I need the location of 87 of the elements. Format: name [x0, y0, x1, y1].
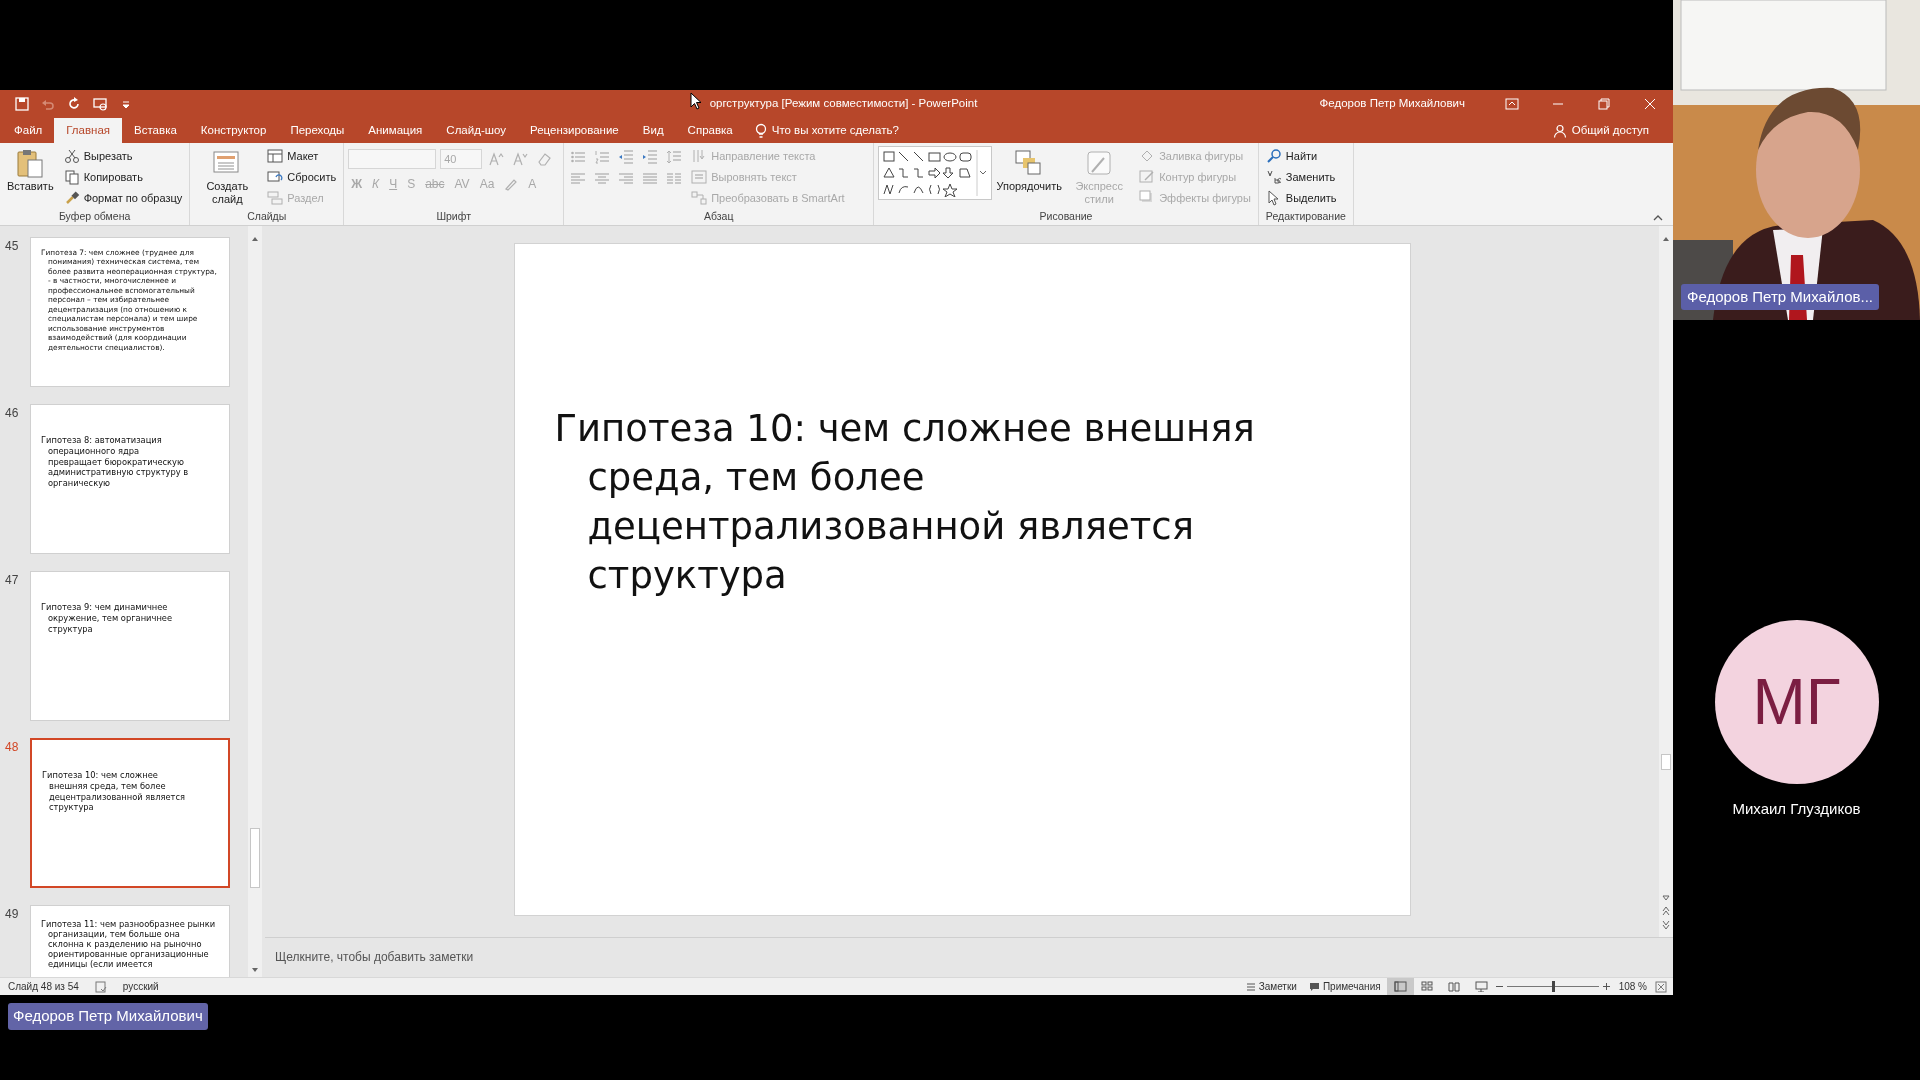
- tell-me-search[interactable]: Что вы хотите сделать?: [744, 118, 905, 143]
- zoom-level[interactable]: 108 %: [1618, 979, 1647, 994]
- slide-number: 46: [4, 405, 20, 422]
- slide-sorter-icon[interactable]: [1420, 981, 1434, 992]
- window-title: оргструктура [Режим совместимости] - PowerPoint: [709, 96, 978, 112]
- notes-button[interactable]: Заметки: [1239, 979, 1303, 994]
- ribbon-tab[interactable]: Вставка: [122, 118, 189, 143]
- lightbulb-icon: [754, 122, 767, 139]
- save-icon[interactable]: [14, 96, 30, 112]
- copy-icon: [63, 169, 80, 185]
- ribbon-tab[interactable]: Рецензирование: [517, 118, 631, 143]
- person-icon: [1552, 123, 1567, 138]
- slide-thumbnail-text: Гипотеза 8: автоматизация операционного ядра превращает бюрократическую административную структуру в органическую: [41, 435, 190, 489]
- ribbon-button[interactable]: Макет: [264, 146, 340, 166]
- slide-thumbnail-text: Гипотеза 11: чем разнообразнее рынки организации, тем больше она склонна к разделению на рыночно ориентированные организационные единицы (если имеется: [41, 920, 217, 970]
- group-label: Абзац: [702, 209, 735, 224]
- scissors-icon: [63, 148, 80, 164]
- avatar-initials: МГ: [1714, 620, 1879, 784]
- ribbon-button[interactable]: Выделить: [1262, 188, 1340, 208]
- pencil-icon: [1139, 169, 1156, 185]
- ribbon-button[interactable]: Копировать: [60, 167, 186, 187]
- slide-thumbnail-text: Гипотеза 10: чем сложнее внешняя среда, тем более децентрализованной является структура: [42, 770, 186, 814]
- restore-icon[interactable]: [1596, 96, 1612, 112]
- comment-icon: [1308, 981, 1320, 992]
- reading-view-icon[interactable]: [1447, 981, 1461, 992]
- ribbon-tab[interactable]: Файл: [2, 118, 55, 143]
- cursor-icon: [690, 92, 702, 110]
- repeat-icon[interactable]: [66, 96, 82, 112]
- presenter-name-label: Федоров Петр Михайлович: [8, 1003, 208, 1030]
- user-name: Федоров Петр Михайлович: [1319, 96, 1465, 112]
- comments-button[interactable]: Примечания: [1302, 979, 1387, 994]
- scrollbar-thumb[interactable]: [1661, 754, 1671, 770]
- participant-name: Михаил Глуздиков: [1732, 799, 1861, 819]
- slide-title: Гипотеза 10: чем сложнее внешняя среда, тем более децентрализованной является структура: [554, 406, 1256, 599]
- slider-thumb[interactable]: [1551, 981, 1555, 992]
- group-label: Слайды: [246, 209, 288, 224]
- ribbon-tab[interactable]: Конструктор: [188, 118, 279, 143]
- slide-counter: Слайд 48 из 54: [8, 980, 79, 994]
- slide-number: 49: [4, 906, 20, 923]
- ribbon-tab[interactable]: Анимация: [356, 118, 435, 143]
- slide-number: 48: [4, 739, 20, 756]
- ribbon-button[interactable]: Сбросить: [264, 167, 340, 187]
- ribbon-button[interactable]: Вырезать: [60, 146, 186, 166]
- slide-thumbnail[interactable]: Гипотеза 11: чем разнообразнее рынки организации, тем больше она склонна к разделению на рыночно ориентированные организационные единицы (если имеется: [30, 905, 230, 977]
- ribbon-tab[interactable]: Справка: [675, 118, 745, 143]
- reset-icon: [267, 169, 284, 185]
- ribbon-tab[interactable]: Главная: [54, 118, 123, 143]
- ribbon-button[interactable]: Заменить: [1262, 167, 1340, 187]
- slide-thumbnail[interactable]: Гипотеза 10: чем сложнее внешняя среда, тем более децентрализованной является структура: [30, 738, 230, 888]
- layout-icon: [267, 148, 284, 164]
- text-align-icon: [691, 169, 708, 185]
- collapse-ribbon-icon[interactable]: [1653, 214, 1663, 221]
- ribbon-tab[interactable]: Вид: [630, 118, 676, 143]
- ribbon-tab[interactable]: Слайд-шоу: [434, 118, 518, 143]
- ribbon-button[interactable]: Найти: [1262, 146, 1340, 166]
- ribbon-button[interactable]: Создать слайд: [194, 146, 261, 208]
- slide-thumbnail[interactable]: Гипотеза 8: автоматизация операционного ядра превращает бюрократическую административную структуру в органическую: [30, 404, 230, 554]
- participant-name: Федоров Петр Михайлов...: [1681, 283, 1879, 310]
- slide-thumbnail-text: Гипотеза 9: чем динамичнее окружение, тем органичнее структура: [41, 602, 173, 635]
- ribbon-display-icon[interactable]: [1504, 96, 1520, 112]
- group-label: Рисование: [1038, 209, 1094, 224]
- group-label: Шрифт: [435, 209, 472, 224]
- fit-to-window-icon[interactable]: [1655, 980, 1667, 993]
- ribbon-tab[interactable]: Переходы: [278, 118, 357, 143]
- ribbon-button[interactable]: Формат по образцу: [60, 188, 186, 208]
- zoom-in-icon[interactable]: [1601, 982, 1611, 991]
- smartart-icon: [691, 190, 708, 206]
- presentation-icon[interactable]: [92, 96, 108, 112]
- group-label: Редактирование: [1264, 209, 1347, 224]
- ribbon-button[interactable]: Вставить: [4, 146, 57, 195]
- notes-icon: [1245, 981, 1256, 992]
- slide-number: 45: [4, 238, 20, 255]
- section-icon: [267, 190, 284, 206]
- group-label: Буфер обмена: [57, 209, 132, 224]
- search-icon: [1265, 148, 1282, 164]
- replace-icon: [1265, 169, 1282, 185]
- slideshow-view-icon[interactable]: [1474, 981, 1488, 992]
- normal-view-icon[interactable]: [1393, 981, 1407, 992]
- language-label[interactable]: русский: [122, 979, 159, 994]
- scrollbar-thumb[interactable]: [250, 828, 260, 888]
- close-icon[interactable]: [1642, 96, 1658, 112]
- slide-thumbnail[interactable]: [30, 237, 230, 387]
- share-button[interactable]: Общий доступ: [1546, 118, 1673, 143]
- slide-number: 47: [4, 572, 20, 589]
- slide-thumbnail[interactable]: Гипотеза 9: чем динамичнее окружение, тем органичнее структура: [30, 571, 230, 721]
- spellcheck-icon[interactable]: [94, 980, 107, 993]
- ribbon-button[interactable]: Упорядочить: [996, 146, 1063, 195]
